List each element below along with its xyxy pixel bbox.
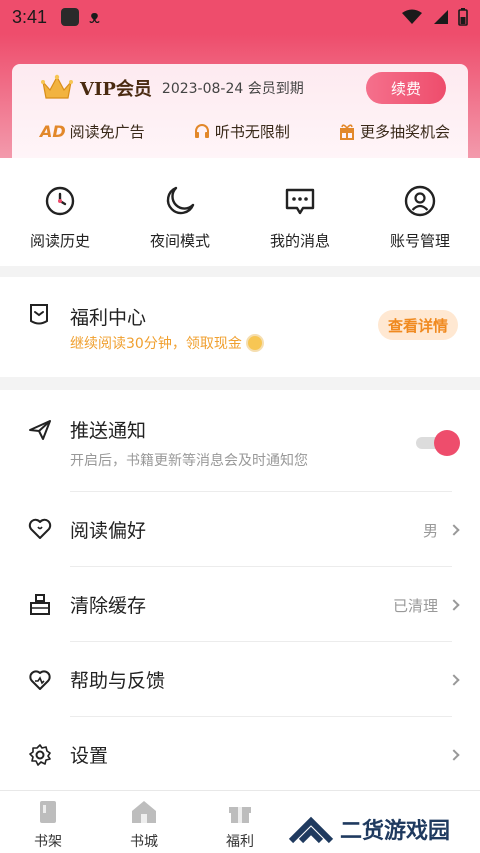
chevron-right-icon — [448, 674, 460, 686]
notification-glyph-icon: ᴥ — [89, 6, 100, 28]
row-settings[interactable]: 设置 — [0, 717, 480, 790]
gift-icon — [339, 124, 354, 140]
quick-label: 夜间模式 — [149, 232, 210, 250]
toggle-knob — [434, 430, 460, 456]
notification-app-icon — [61, 8, 80, 26]
quick-my-messages[interactable]: 我的消息 — [240, 158, 360, 266]
welfare-subtitle: 继续阅读30分钟，领取现金 — [70, 333, 264, 353]
tab-welfare[interactable]: 福利 — [192, 791, 288, 853]
battery-icon — [458, 8, 468, 26]
welfare-title: 福利中心 — [70, 307, 147, 329]
tab-label: 书架 — [34, 834, 62, 850]
help-heart-icon — [28, 668, 52, 696]
cache-value: 已清理 — [392, 597, 438, 615]
quick-night-mode[interactable]: 夜间模式 — [120, 158, 240, 266]
broom-icon — [28, 593, 52, 621]
coin-icon — [245, 334, 264, 352]
cache-label: 清除缓存 — [70, 595, 147, 617]
welfare-center[interactable]: 福利中心 继续阅读30分钟，领取现金 查看详情 — [0, 277, 480, 377]
bookshelf-icon — [40, 801, 56, 823]
quick-label: 我的消息 — [269, 232, 330, 250]
vip-card: VIP会员 2023-08-24 会员到期 续费 AD 阅读免广告 听书无限制 … — [12, 64, 468, 159]
renew-button[interactable]: 续费 — [366, 72, 446, 104]
paper-plane-icon — [28, 418, 52, 446]
quick-actions: 阅读历史 夜间模式 我的消息 账号管理 — [0, 158, 480, 266]
tab-store[interactable]: 书城 — [96, 791, 192, 853]
tab-bookshelf[interactable]: 书架 — [0, 791, 96, 853]
quick-label: 账号管理 — [389, 232, 450, 250]
benefit-no-ads: AD 阅读免广告 — [40, 121, 145, 142]
benefit-label: 听书无限制 — [214, 122, 290, 141]
preference-label: 阅读偏好 — [70, 520, 147, 542]
gear-icon — [28, 743, 52, 771]
gift-icon — [229, 807, 251, 823]
benefit-label: 阅读免广告 — [69, 122, 145, 141]
store-icon — [132, 801, 156, 823]
settings-list: 推送通知 开启后，书籍更新等消息会及时通知您 阅读偏好 男 清除缓存 已清理 帮… — [0, 390, 480, 790]
push-toggle[interactable] — [414, 430, 460, 456]
tab-label: 福利 — [226, 834, 254, 850]
benefit-audiobook: 听书无限制 — [193, 121, 290, 142]
quick-account-management[interactable]: 账号管理 — [360, 158, 480, 266]
status-time: 3:41 — [12, 6, 48, 27]
watermark-text: 二货游戏园 — [340, 819, 451, 844]
user-icon — [403, 184, 437, 218]
crown-icon — [41, 74, 73, 99]
push-label: 推送通知 — [70, 420, 147, 442]
push-desc: 开启后，书籍更新等消息会及时通知您 — [70, 453, 308, 469]
row-help-feedback[interactable]: 帮助与反馈 — [0, 642, 480, 716]
row-push-notification: 推送通知 开启后，书籍更新等消息会及时通知您 — [0, 390, 480, 490]
welfare-subtitle-text: 继续阅读30分钟，领取现金 — [70, 336, 242, 352]
chevron-right-icon — [448, 599, 460, 611]
benefit-label: 更多抽奖机会 — [359, 122, 450, 141]
view-details-button[interactable]: 查看详情 — [378, 310, 458, 340]
watermark-logo-icon — [288, 816, 334, 844]
chevron-right-icon — [448, 524, 460, 536]
vip-expire-date: 2023-08-24 会员到期 — [161, 81, 304, 97]
signal-icon — [434, 10, 448, 24]
chevron-right-icon — [448, 749, 460, 761]
benefit-lottery: 更多抽奖机会 — [338, 121, 450, 142]
moon-icon — [163, 184, 197, 218]
setup-label: 设置 — [70, 745, 109, 767]
wifi-icon — [402, 9, 422, 24]
tab-label: 书城 — [130, 834, 158, 850]
quick-label: 阅读历史 — [29, 232, 90, 250]
watermark: 二货游戏园 — [288, 808, 478, 850]
row-clear-cache[interactable]: 清除缓存 已清理 — [0, 567, 480, 641]
clock-icon — [43, 184, 77, 218]
quick-reading-history[interactable]: 阅读历史 — [0, 158, 120, 266]
pocket-icon — [28, 303, 50, 331]
message-icon — [283, 184, 317, 218]
headphones-icon — [194, 124, 209, 138]
status-bar: 3:41 ᴥ — [0, 0, 480, 34]
ad-icon: AD — [40, 121, 66, 141]
row-reading-preference[interactable]: 阅读偏好 男 — [0, 492, 480, 566]
vip-title: VIP会员 — [80, 79, 152, 100]
vip-benefits: AD 阅读免广告 听书无限制 更多抽奖机会 — [40, 118, 450, 144]
heart-icon — [28, 518, 52, 544]
preference-value: 男 — [422, 522, 438, 540]
help-label: 帮助与反馈 — [70, 670, 166, 692]
